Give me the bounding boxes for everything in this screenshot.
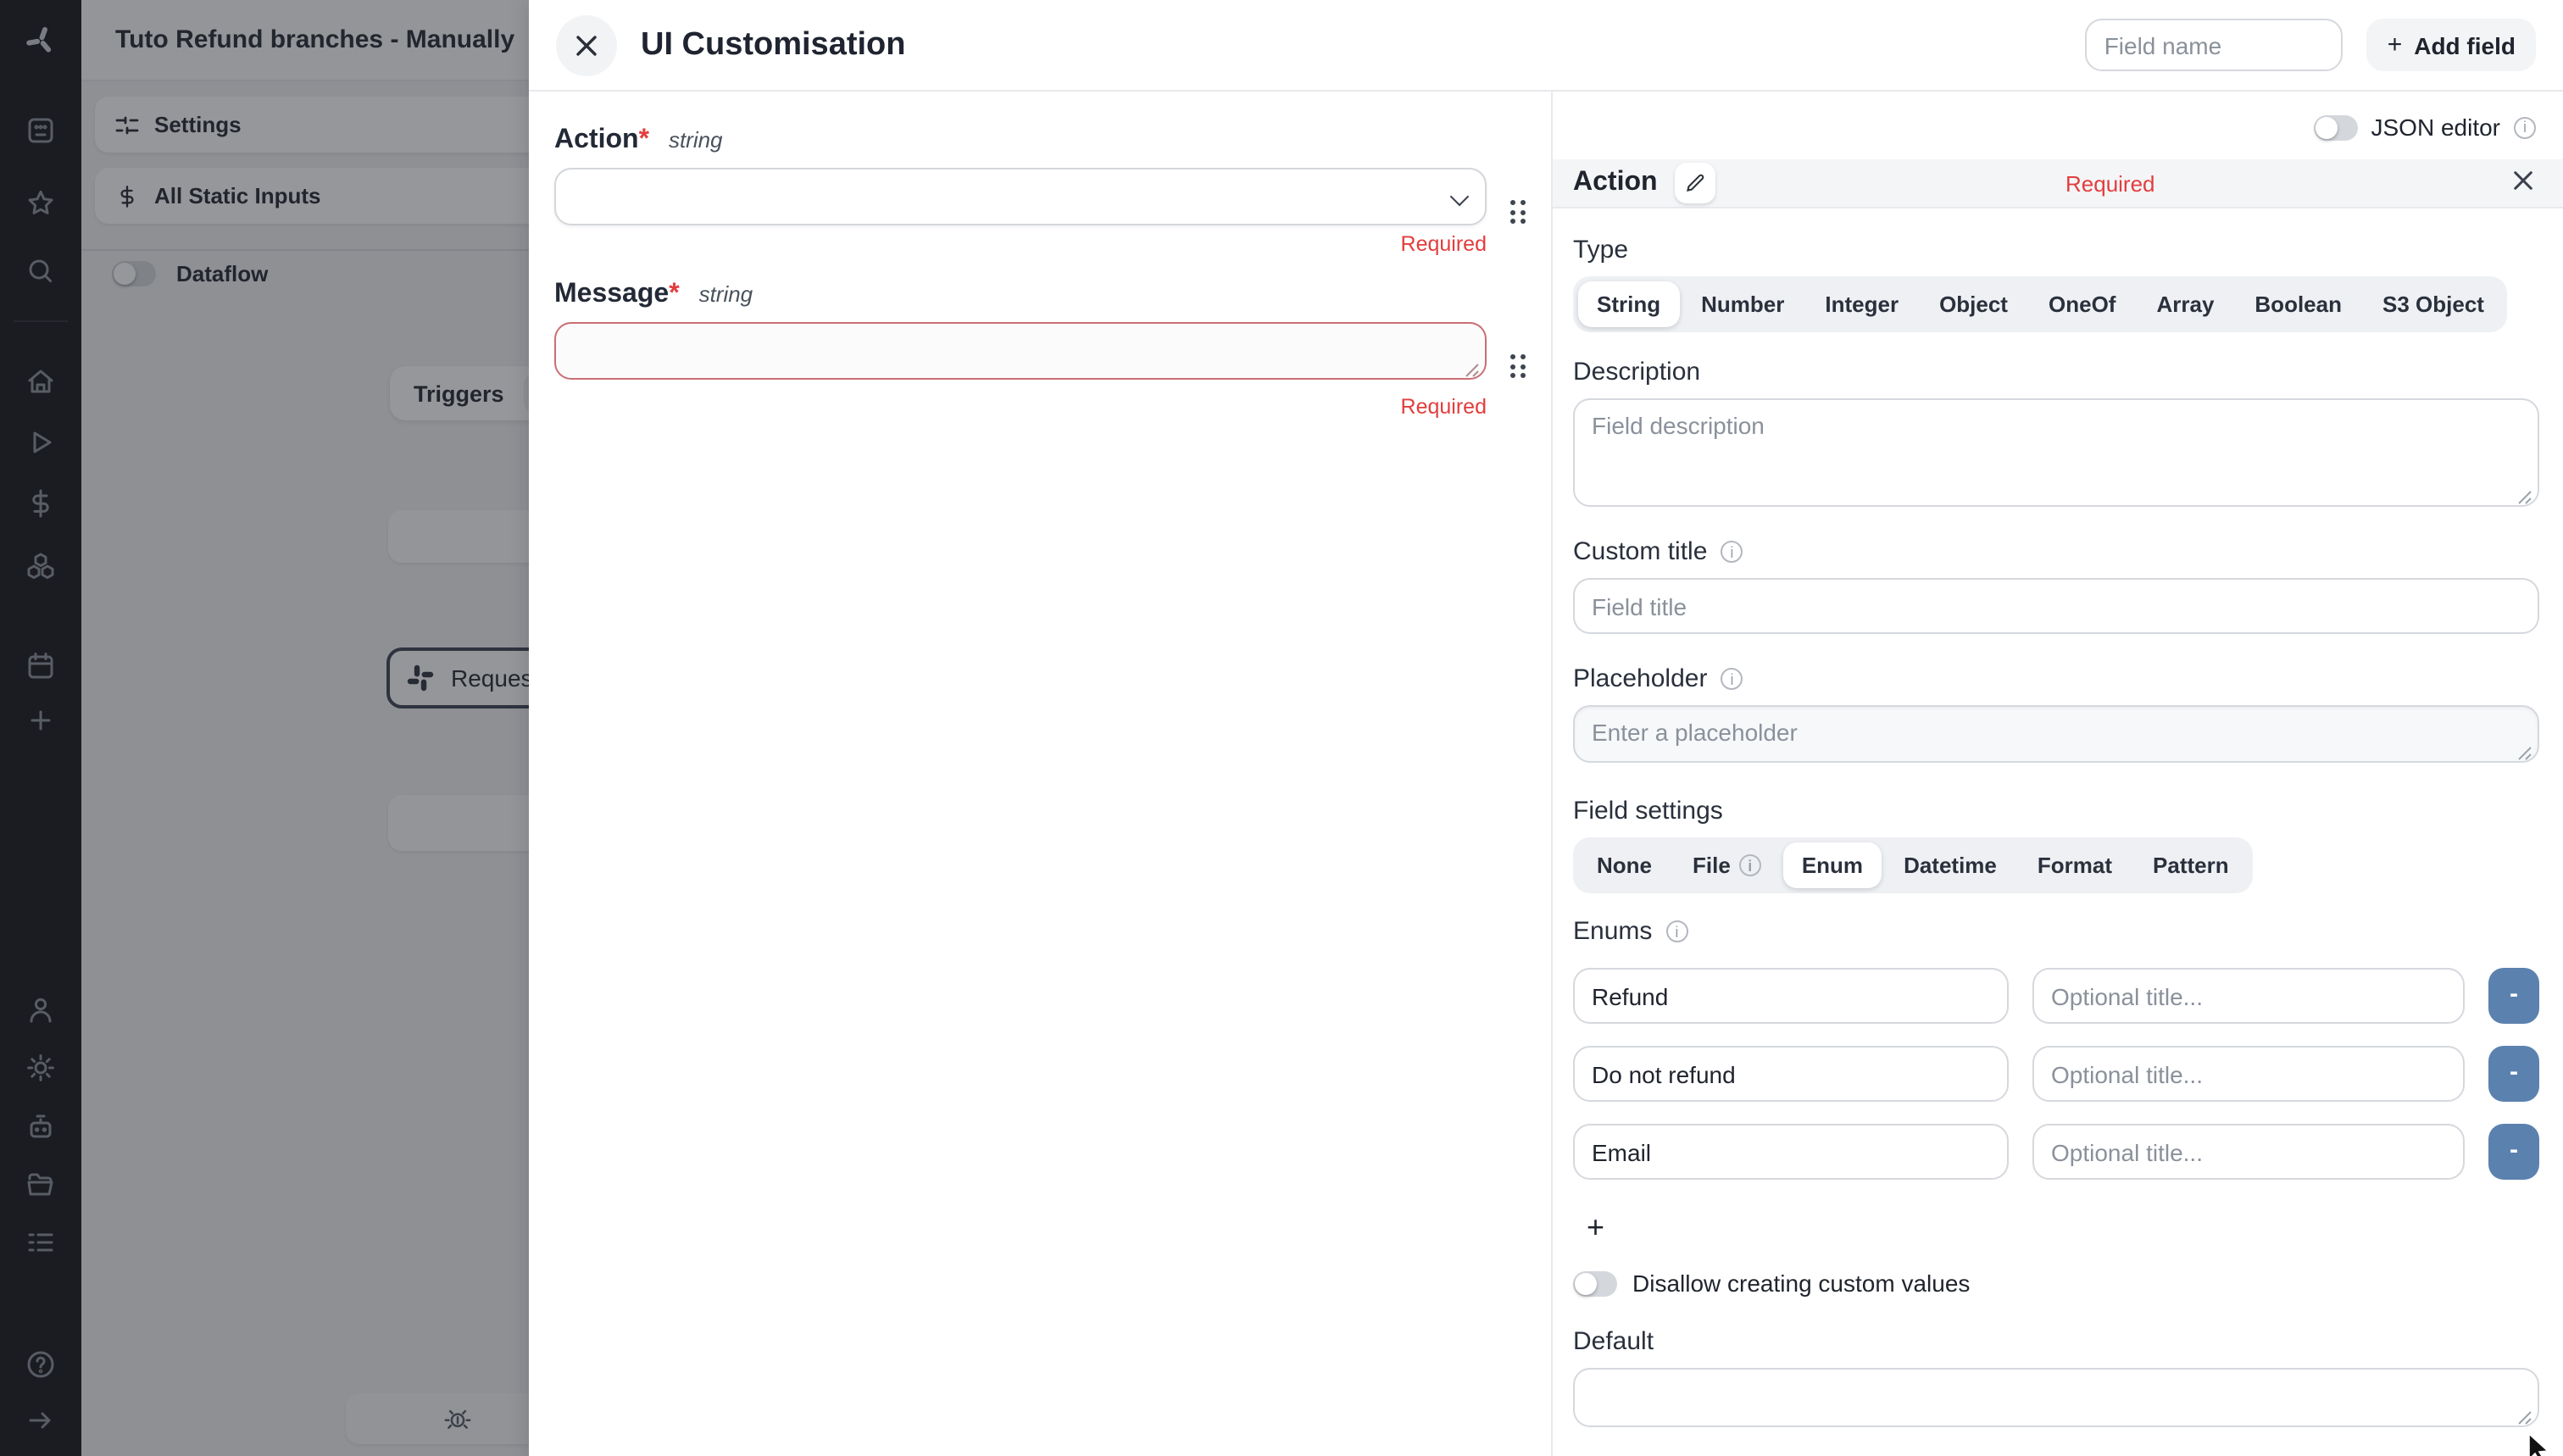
close-icon (575, 33, 598, 57)
inspector-required-status: Required (1715, 170, 2505, 196)
setting-option-enum[interactable]: Enum (1783, 842, 1882, 888)
setting-option-format[interactable]: Format (2019, 842, 2131, 888)
type-option-boolean[interactable]: Boolean (2236, 281, 2360, 327)
field-settings-segmented-control: None File Enum Datetime Format Pattern (1573, 837, 2253, 893)
pencil-icon (1685, 173, 1705, 193)
info-icon (1665, 920, 1687, 942)
enum-row: - (1573, 1046, 2539, 1102)
setting-option-none[interactable]: None (1578, 842, 1671, 888)
setting-option-file[interactable]: File (1674, 842, 1780, 888)
plus-icon: + (2388, 31, 2403, 59)
drag-handle-icon[interactable] (1510, 200, 1525, 224)
setting-option-datetime[interactable]: Datetime (1885, 842, 2015, 888)
enum-value-input[interactable] (1573, 1046, 2009, 1102)
description-textarea[interactable] (1573, 398, 2539, 507)
enum-title-input[interactable] (2032, 968, 2465, 1024)
required-asterisk: * (639, 125, 649, 154)
placeholder-label: Placeholder (1573, 664, 2539, 693)
type-option-oneof[interactable]: OneOf (2030, 281, 2134, 327)
modal-title: UI Customisation (641, 26, 905, 64)
type-option-object[interactable]: Object (1921, 281, 2026, 327)
modal-header: UI Customisation + Add field (529, 0, 2563, 92)
inspector-close-button[interactable] (2505, 169, 2539, 197)
placeholder-textarea[interactable] (1573, 705, 2539, 763)
info-icon (1721, 668, 1743, 690)
custom-title-label: Custom title (1573, 537, 2539, 566)
inspector-field-title: Action (1573, 168, 1658, 198)
mouse-cursor (2527, 1432, 2551, 1456)
remove-enum-button[interactable]: - (2488, 1046, 2539, 1102)
chevron-down-icon (1450, 187, 1470, 207)
form-preview-column: Action* string Required Message* string (529, 92, 1551, 1456)
type-option-number[interactable]: Number (1682, 281, 1803, 327)
setting-option-pattern[interactable]: Pattern (2134, 842, 2248, 888)
action-field-row: Action* string Required (554, 125, 1487, 256)
message-field-row: Message* string Required (554, 280, 1487, 419)
type-label: Type (1573, 236, 2539, 264)
default-textarea[interactable] (1573, 1368, 2539, 1427)
drag-handle-icon[interactable] (1510, 354, 1525, 378)
custom-title-input[interactable] (1573, 578, 2539, 634)
modal-backdrop[interactable] (0, 0, 529, 1456)
json-editor-toggle[interactable] (2314, 114, 2358, 140)
add-field-label: Add field (2414, 31, 2516, 58)
type-option-array[interactable]: Array (2138, 281, 2232, 327)
info-icon (1739, 854, 1761, 876)
field-inspector-panel: JSON editor Action Required Type String … (1551, 92, 2563, 1456)
field-type-hint: string (699, 281, 753, 307)
remove-enum-button[interactable]: - (2488, 968, 2539, 1024)
disallow-custom-label: Disallow creating custom values (1632, 1270, 1970, 1297)
enum-value-input[interactable] (1573, 1124, 2009, 1180)
description-label: Description (1573, 358, 2539, 386)
json-editor-row: JSON editor (1573, 92, 2539, 159)
default-label: Default (1573, 1327, 2539, 1356)
disallow-custom-row: Disallow creating custom values (1573, 1270, 2539, 1297)
disallow-custom-toggle[interactable] (1573, 1270, 1617, 1296)
field-type-hint: string (669, 127, 723, 153)
type-segmented-control: String Number Integer Object OneOf Array… (1573, 276, 2508, 332)
enums-label: Enums (1573, 917, 2539, 946)
action-required-note: Required (554, 232, 1487, 256)
field-settings-label: Field settings (1573, 797, 2539, 825)
add-enum-button[interactable]: + (1587, 1210, 1604, 1246)
message-field-label: Message* string (554, 280, 1487, 310)
json-editor-label: JSON editor (2371, 114, 2501, 141)
message-textarea[interactable] (554, 322, 1487, 380)
action-field-label: Action* string (554, 125, 1487, 156)
enum-title-input[interactable] (2032, 1046, 2465, 1102)
enum-value-input[interactable] (1573, 968, 2009, 1024)
action-select[interactable] (554, 168, 1487, 225)
add-field-button[interactable]: + Add field (2367, 19, 2536, 71)
close-icon (2511, 169, 2533, 191)
modal-close-button[interactable] (556, 14, 617, 75)
message-required-note: Required (554, 395, 1487, 419)
type-option-string[interactable]: String (1578, 281, 1679, 327)
info-icon (1721, 541, 1743, 563)
ui-customisation-modal: UI Customisation + Add field Action* str… (529, 0, 2563, 1456)
remove-enum-button[interactable]: - (2488, 1124, 2539, 1180)
type-option-s3object[interactable]: S3 Object (2364, 281, 2503, 327)
inspector-header: Action Required (1553, 159, 2563, 208)
type-option-integer[interactable]: Integer (1806, 281, 1917, 327)
field-name-input[interactable] (2086, 19, 2343, 71)
rename-field-button[interactable] (1675, 163, 1715, 203)
enum-title-input[interactable] (2032, 1124, 2465, 1180)
enum-row: - (1573, 1124, 2539, 1180)
required-asterisk: * (669, 280, 679, 308)
enum-row: - (1573, 968, 2539, 1024)
info-icon (2514, 116, 2536, 138)
